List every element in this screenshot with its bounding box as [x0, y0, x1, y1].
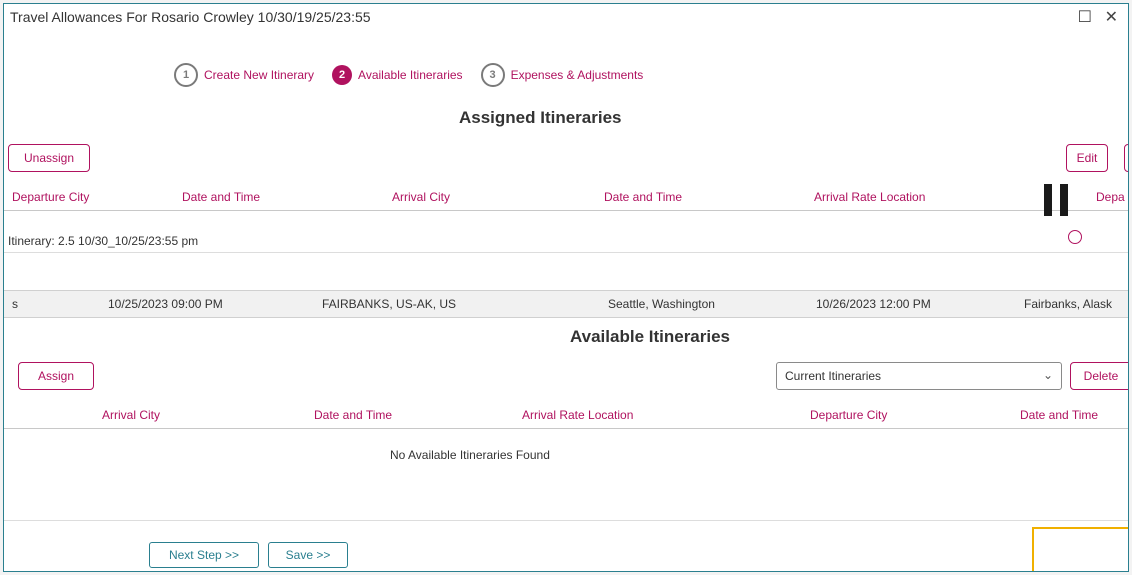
col-date-time-2[interactable]: Date and Time: [1020, 408, 1098, 422]
cell: Seattle, Washington: [608, 297, 715, 311]
group-row-label: Itinerary: 2.5 10/30_10/25/23:55 pm: [8, 234, 199, 248]
travel-allowance-window: Travel Allowances For Rosario Crowley 10…: [3, 3, 1129, 572]
edit-button[interactable]: Edit: [1066, 144, 1108, 172]
step-expenses-adjustments[interactable]: 3 Expenses & Adjustments: [480, 63, 644, 87]
step-available-itineraries[interactable]: 2 Available Itineraries: [332, 65, 463, 85]
available-itineraries-title: Available Itineraries: [570, 327, 731, 346]
available-grid-header: Arrival City Date and Time Arrival Rate …: [4, 402, 1128, 429]
col-date-time[interactable]: Date and Time: [182, 190, 260, 204]
save-button[interactable]: Save >>: [268, 542, 348, 568]
assigned-itineraries-title: Assigned Itineraries: [459, 108, 622, 127]
step-label: Available Itineraries: [358, 68, 463, 82]
next-step-button[interactable]: Next Step >>: [149, 542, 259, 568]
unassign-button[interactable]: Unassign: [8, 144, 90, 172]
column-resize-handle[interactable]: [1044, 184, 1052, 216]
radio-icon[interactable]: [1068, 230, 1082, 244]
focused-action-button[interactable]: [1032, 527, 1128, 571]
cell: 10/26/2023 12:00 PM: [816, 297, 931, 311]
step-number: 2: [332, 65, 353, 85]
col-departure-city[interactable]: Departure City: [810, 408, 887, 422]
step-label: Create New Itinerary: [204, 68, 315, 82]
cell: FAIRBANKS, US-AK, US: [322, 297, 457, 311]
itinerary-filter-select[interactable]: Current Itineraries ⌄: [776, 362, 1062, 390]
cell: s: [12, 297, 18, 311]
delete-button[interactable]: Delete: [1070, 362, 1128, 390]
wizard-steps: 1 Create New Itinerary 2 Available Itine…: [174, 60, 643, 90]
col-arrival-rate-location[interactable]: Arrival Rate Location: [522, 408, 633, 422]
cell: 10/25/2023 09:00 PM: [108, 297, 223, 311]
maximize-icon[interactable]: ☐: [1078, 7, 1092, 27]
col-departure-city[interactable]: Departure City: [12, 190, 89, 204]
col-arrival-city[interactable]: Arrival City: [102, 408, 160, 422]
close-icon[interactable]: ✕: [1105, 7, 1118, 27]
col-date-time[interactable]: Date and Time: [314, 408, 392, 422]
empty-message: No Available Itineraries Found: [390, 448, 550, 462]
assigned-grid-header: Departure City Date and Time Arrival Cit…: [4, 184, 1128, 211]
col-arrival-rate-location[interactable]: Arrival Rate Location: [814, 190, 925, 204]
chevron-down-icon: ⌄: [1042, 368, 1053, 382]
table-row[interactable]: s 10/25/2023 09:00 PM FAIRBANKS, US-AK, …: [4, 290, 1128, 318]
cell: Fairbanks, Alask: [1024, 297, 1113, 311]
title-bar: Travel Allowances For Rosario Crowley 10…: [4, 4, 1128, 34]
col-date-time-2[interactable]: Date and Time: [604, 190, 682, 204]
more-button[interactable]: [1124, 144, 1128, 172]
assign-button[interactable]: Assign: [18, 362, 94, 390]
step-number: 3: [480, 63, 505, 87]
window-title: Travel Allowances For Rosario Crowley 10…: [10, 9, 371, 25]
step-label: Expenses & Adjustments: [510, 68, 644, 82]
col-departure-city-2[interactable]: Depa: [1096, 190, 1125, 204]
itinerary-group-row[interactable]: Itinerary: 2.5 10/30_10/25/23:55 pm: [4, 230, 1128, 253]
col-arrival-city[interactable]: Arrival City: [392, 190, 450, 204]
step-number: 1: [174, 63, 198, 87]
select-value: Current Itineraries: [785, 369, 882, 383]
column-resize-handle[interactable]: [1060, 184, 1068, 216]
step-create-itinerary[interactable]: 1 Create New Itinerary: [174, 63, 314, 87]
available-grid-body: [4, 432, 1128, 521]
